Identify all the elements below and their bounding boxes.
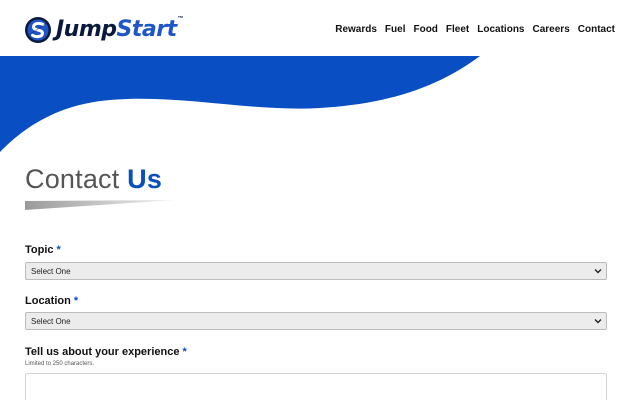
location-label-text: Location bbox=[25, 295, 71, 307]
nav-link-rewards[interactable]: Rewards bbox=[335, 24, 377, 35]
nav-link-careers[interactable]: Careers bbox=[533, 24, 570, 35]
experience-label: Tell us about your experience * bbox=[25, 346, 187, 358]
page-title-us: Us bbox=[127, 164, 163, 194]
jumpstart-s-logo-icon bbox=[25, 17, 51, 43]
required-asterisk: * bbox=[73, 295, 79, 307]
main-nav: Rewards Fuel Food Fleet Locations Career… bbox=[335, 24, 615, 35]
nav-link-contact[interactable]: Contact bbox=[578, 24, 615, 35]
required-asterisk: * bbox=[182, 346, 187, 358]
topic-label-text: Topic bbox=[25, 244, 54, 256]
hero-wave-banner bbox=[0, 56, 480, 152]
chevron-down-icon bbox=[594, 319, 602, 324]
topic-select[interactable]: Select One bbox=[25, 262, 607, 280]
nav-link-fuel[interactable]: Fuel bbox=[385, 24, 406, 35]
topic-select-value: Select One bbox=[31, 266, 71, 276]
location-select-value: Select One bbox=[31, 316, 71, 326]
site-logo[interactable]: JumpStart ™ bbox=[24, 14, 184, 46]
nav-link-fleet[interactable]: Fleet bbox=[446, 24, 469, 35]
experience-hint: Limited to 250 characters. bbox=[25, 361, 95, 367]
logo-word-start: Start bbox=[116, 17, 178, 42]
logo-word-jump: Jump bbox=[56, 17, 117, 42]
chevron-down-icon bbox=[594, 269, 602, 274]
nav-link-food[interactable]: Food bbox=[413, 24, 437, 35]
title-underline-decoration bbox=[25, 200, 175, 210]
location-label: Location * bbox=[25, 295, 78, 307]
required-asterisk: * bbox=[56, 244, 61, 256]
location-select[interactable]: Select One bbox=[25, 312, 607, 330]
trademark-symbol: ™ bbox=[177, 16, 184, 22]
nav-link-locations[interactable]: Locations bbox=[477, 24, 524, 35]
page-title: Contact Us bbox=[25, 164, 162, 195]
experience-textarea[interactable] bbox=[25, 373, 607, 400]
logo-wordmark: JumpStart bbox=[56, 19, 177, 41]
experience-label-text: Tell us about your experience bbox=[25, 346, 180, 358]
site-header: JumpStart ™ Rewards Fuel Food Fleet Loca… bbox=[0, 0, 640, 56]
page-title-contact: Contact bbox=[25, 164, 128, 194]
topic-label: Topic * bbox=[25, 244, 61, 256]
